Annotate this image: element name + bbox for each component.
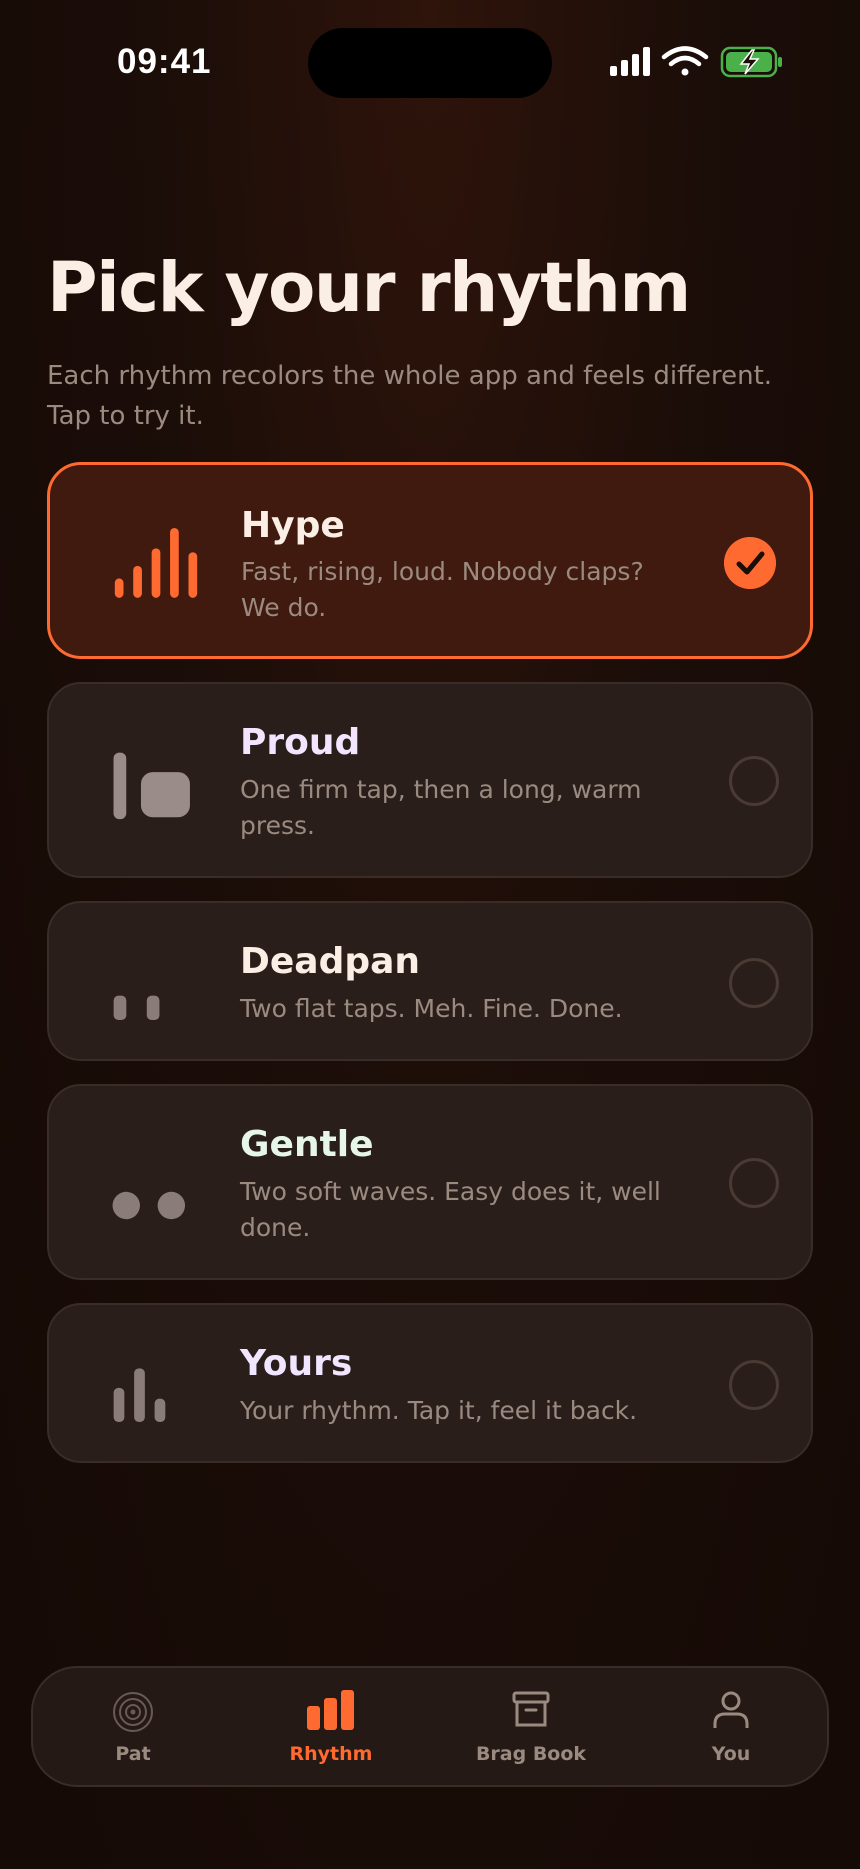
rhythm-name: Deadpan xyxy=(240,941,421,982)
tab-label: You xyxy=(711,1743,751,1765)
yours-bars-icon xyxy=(113,1368,166,1422)
tab-label: Brag Book xyxy=(475,1743,587,1765)
status-bar: 09:41 xyxy=(0,0,860,120)
dynamic-island xyxy=(308,28,552,98)
rhythm-name: Yours xyxy=(240,1343,353,1384)
deadpan-bars-icon xyxy=(113,995,160,1020)
signal-icon xyxy=(610,47,650,76)
rhythm-description: One firm tap, then a long, warm press. xyxy=(240,775,642,840)
tab-label: Pat xyxy=(115,1743,151,1765)
tab-brag-book[interactable]: Brag Book xyxy=(451,1668,611,1789)
page-subtitle: Each rhythm recolors the whole app and f… xyxy=(47,361,773,431)
rhythm-name: Gentle xyxy=(240,1124,374,1165)
rhythm-description: Two soft waves. Easy does it, well done. xyxy=(240,1177,661,1242)
tab-rhythm[interactable]: Rhythm xyxy=(251,1668,411,1789)
rhythm-option-hype[interactable]: Hype Fast, rising, loud. Nobody claps? W… xyxy=(47,462,813,659)
rhythm-description: Two flat taps. Meh. Fine. Done. xyxy=(240,994,623,1023)
bars-icon xyxy=(307,1690,354,1730)
tab-bar: Pat Rhythm Brag Book You xyxy=(31,1666,829,1787)
page-title: Pick your rhythm xyxy=(47,248,691,328)
tab-pat[interactable]: Pat xyxy=(53,1668,213,1789)
wifi-icon xyxy=(661,46,709,76)
rhythm-description: Fast, rising, loud. Nobody claps? We do. xyxy=(241,557,644,622)
status-icons xyxy=(610,46,782,78)
rhythm-option-proud[interactable]: Proud One firm tap, then a long, warm pr… xyxy=(47,682,813,878)
proud-bars-icon xyxy=(113,752,190,820)
tab-label: Rhythm xyxy=(289,1743,373,1765)
radio-button[interactable] xyxy=(729,1360,779,1410)
battery-charging-icon xyxy=(720,46,782,78)
gentle-dots-icon xyxy=(112,1191,186,1220)
tab-you[interactable]: You xyxy=(651,1668,811,1789)
hype-bars-icon xyxy=(114,528,198,598)
rhythm-description: Your rhythm. Tap it, feel it back. xyxy=(240,1396,638,1425)
radio-button[interactable] xyxy=(729,756,779,806)
rhythm-option-deadpan[interactable]: Deadpan Two flat taps. Meh. Fine. Done. xyxy=(47,901,813,1061)
radio-button[interactable] xyxy=(729,958,779,1008)
rhythm-option-gentle[interactable]: Gentle Two soft waves. Easy does it, wel… xyxy=(47,1084,813,1280)
rhythm-name: Hype xyxy=(241,505,345,546)
checkmark-icon xyxy=(724,537,776,589)
archive-icon xyxy=(512,1691,550,1727)
status-time: 09:41 xyxy=(117,42,212,81)
rhythm-name: Proud xyxy=(240,722,361,763)
target-icon xyxy=(113,1692,153,1732)
rhythm-option-yours[interactable]: Yours Your rhythm. Tap it, feel it back. xyxy=(47,1303,813,1463)
person-icon xyxy=(713,1691,749,1728)
radio-button[interactable] xyxy=(729,1158,779,1208)
